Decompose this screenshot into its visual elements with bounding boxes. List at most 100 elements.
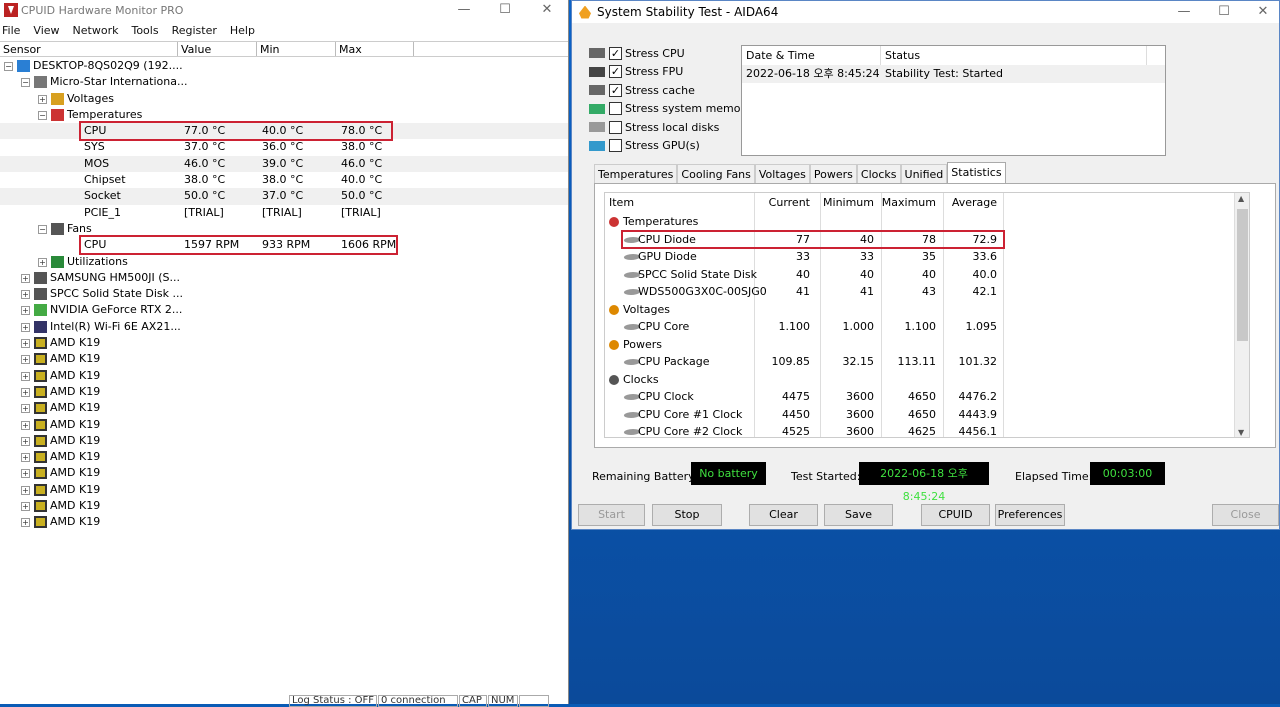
tree-node[interactable]: + AMD K19 bbox=[0, 351, 568, 367]
tab-statistics[interactable]: Statistics bbox=[947, 162, 1006, 183]
expand-icon[interactable]: + bbox=[38, 257, 47, 267]
aida-maximize-button[interactable]: ☐ bbox=[1204, 2, 1244, 22]
expand-icon[interactable]: + bbox=[21, 273, 30, 283]
expand-icon[interactable]: + bbox=[38, 94, 47, 104]
stop-button[interactable]: Stop bbox=[652, 504, 722, 526]
expand-icon[interactable]: + bbox=[21, 502, 30, 512]
expand-icon[interactable]: + bbox=[21, 355, 30, 365]
menu-register[interactable]: Register bbox=[172, 24, 217, 37]
stat-row[interactable]: CPU Core 1.100 1.000 1.100 1.095 bbox=[605, 318, 1249, 336]
sensor-row[interactable]: MOS 46.0 °C 39.0 °C 46.0 °C bbox=[0, 155, 568, 173]
aida-titlebar[interactable]: System Stability Test - AIDA64 — ☐ ✕ bbox=[572, 1, 1279, 23]
tree-node[interactable]: + AMD K19 bbox=[0, 465, 568, 481]
aida-close-button[interactable]: ✕ bbox=[1243, 2, 1280, 22]
close-button[interactable]: ✕ bbox=[527, 0, 567, 20]
stat-row[interactable]: CPU Diode 77 40 78 72.9 bbox=[605, 229, 1249, 249]
scroll-up-icon[interactable]: ▲ bbox=[1238, 194, 1244, 203]
tree-node[interactable]: + Voltages bbox=[0, 91, 568, 107]
sensor-row[interactable]: Socket 50.0 °C 37.0 °C 50.0 °C bbox=[0, 188, 568, 205]
expand-icon[interactable]: + bbox=[21, 453, 30, 463]
tree-node[interactable]: + AMD K19 bbox=[0, 482, 568, 498]
close-aida-button[interactable]: Close bbox=[1212, 504, 1279, 526]
stress-option[interactable]: Stress local disks bbox=[589, 118, 719, 136]
expand-icon[interactable]: + bbox=[21, 306, 30, 316]
tree-node[interactable]: + AMD K19 bbox=[0, 433, 568, 449]
tree-node[interactable]: + AMD K19 bbox=[0, 514, 568, 530]
stress-option[interactable]: ✓ Stress FPU bbox=[589, 63, 683, 81]
stat-row[interactable]: CPU Package 109.85 32.15 113.11 101.32 bbox=[605, 353, 1249, 371]
tab-cooling-fans[interactable]: Cooling Fans bbox=[677, 164, 755, 183]
col-max[interactable]: Max bbox=[336, 42, 414, 56]
aida-minimize-button[interactable]: — bbox=[1164, 2, 1204, 22]
collapse-icon[interactable]: − bbox=[38, 224, 47, 234]
menu-view[interactable]: View bbox=[33, 24, 59, 37]
stats-scrollbar[interactable]: ▲ ▼ bbox=[1234, 193, 1249, 437]
sensor-tree[interactable]: − DESKTOP-8QS02Q9 (192.... − Micro-Star Int… bbox=[0, 58, 568, 531]
stat-row[interactable]: CPU Core #2 Clock 4525 3600 4625 4456.1 bbox=[605, 423, 1249, 437]
sensor-row[interactable]: CPU 77.0 °C 40.0 °C 78.0 °C bbox=[0, 121, 568, 142]
tree-node[interactable]: + Utilizations bbox=[0, 254, 568, 270]
expand-icon[interactable]: + bbox=[21, 469, 30, 479]
tab-temperatures[interactable]: Temperatures bbox=[594, 164, 678, 183]
menu-network[interactable]: Network bbox=[73, 24, 119, 37]
tab-powers[interactable]: Powers bbox=[809, 164, 857, 183]
tree-node[interactable]: + SAMSUNG HM500JI (S... bbox=[0, 270, 568, 286]
statistics-table[interactable]: Item Current Minimum Maximum Average Tem… bbox=[604, 192, 1250, 438]
stat-group-row[interactable]: Clocks bbox=[605, 371, 1249, 389]
col-sensor[interactable]: Sensor bbox=[0, 42, 178, 56]
col-min[interactable]: Min bbox=[257, 42, 336, 56]
collapse-icon[interactable]: − bbox=[38, 110, 47, 120]
stress-checkbox[interactable] bbox=[609, 102, 622, 115]
stress-option[interactable]: ✓ Stress CPU bbox=[589, 44, 685, 62]
tree-node[interactable]: + AMD K19 bbox=[0, 417, 568, 433]
tree-node[interactable]: + AMD K19 bbox=[0, 400, 568, 416]
stat-row[interactable]: CPU Core #1 Clock 4450 3600 4650 4443.9 bbox=[605, 406, 1249, 424]
tree-node[interactable]: + AMD K19 bbox=[0, 449, 568, 465]
tree-node[interactable]: − DESKTOP-8QS02Q9 (192.... bbox=[0, 58, 568, 74]
tree-node[interactable]: − Micro-Star Internationa... bbox=[0, 74, 568, 90]
expand-icon[interactable]: + bbox=[21, 436, 30, 446]
collapse-icon[interactable]: − bbox=[4, 62, 13, 71]
scroll-down-icon[interactable]: ▼ bbox=[1238, 428, 1244, 437]
maximize-button[interactable]: ☐ bbox=[485, 0, 525, 20]
stat-row[interactable]: CPU Clock 4475 3600 4650 4476.2 bbox=[605, 388, 1249, 406]
tree-node[interactable]: + NVIDIA GeForce RTX 2... bbox=[0, 302, 568, 318]
menu-file[interactable]: File bbox=[2, 24, 20, 37]
minimize-button[interactable]: — bbox=[444, 0, 484, 20]
sensor-row[interactable]: PCIE_1 [TRIAL] [TRIAL] [TRIAL] bbox=[0, 205, 568, 221]
stat-row[interactable]: SPCC Solid State Disk 40 40 40 40.0 bbox=[605, 266, 1249, 284]
sensor-row[interactable]: CPU 1597 RPM 933 RPM 1606 RPM bbox=[0, 235, 568, 256]
stat-row[interactable]: GPU Diode 33 33 35 33.6 bbox=[605, 248, 1249, 266]
stress-checkbox[interactable] bbox=[609, 120, 622, 134]
tree-node[interactable]: + AMD K19 bbox=[0, 384, 568, 400]
expand-icon[interactable]: + bbox=[21, 322, 30, 332]
expand-icon[interactable]: + bbox=[21, 420, 30, 430]
collapse-icon[interactable]: − bbox=[21, 78, 30, 88]
stat-group-row[interactable]: Powers bbox=[605, 336, 1249, 354]
tree-node[interactable]: + AMD K19 bbox=[0, 335, 568, 351]
stress-option[interactable]: Stress GPU(s) bbox=[589, 137, 700, 155]
save-button[interactable]: Save bbox=[824, 504, 893, 526]
tree-node[interactable]: + SPCC Solid State Disk ... bbox=[0, 286, 568, 302]
stress-option[interactable]: ✓ Stress cache bbox=[589, 81, 695, 99]
col-value[interactable]: Value bbox=[178, 42, 257, 56]
expand-icon[interactable]: + bbox=[21, 290, 30, 300]
clear-button[interactable]: Clear bbox=[749, 504, 818, 526]
hwmonitor-titlebar[interactable]: CPUID Hardware Monitor PRO — ☐ ✕ bbox=[0, 0, 568, 20]
stat-group-row[interactable]: Temperatures bbox=[605, 213, 1249, 231]
tree-node[interactable]: + Intel(R) Wi-Fi 6E AX21... bbox=[0, 319, 568, 335]
expand-icon[interactable]: + bbox=[21, 371, 30, 381]
tab-unified[interactable]: Unified bbox=[900, 164, 948, 183]
tree-node[interactable]: + AMD K19 bbox=[0, 368, 568, 384]
stress-checkbox[interactable]: ✓ bbox=[609, 65, 622, 78]
stat-row[interactable]: WDS500G3X0C-00SJG0 41 41 43 42.1 bbox=[605, 283, 1249, 301]
stress-checkbox[interactable] bbox=[609, 139, 622, 152]
tree-node[interactable]: + AMD K19 bbox=[0, 498, 568, 514]
stress-checkbox[interactable]: ✓ bbox=[609, 46, 622, 60]
sensor-row[interactable]: SYS 37.0 °C 36.0 °C 38.0 °C bbox=[0, 139, 568, 155]
expand-icon[interactable]: + bbox=[21, 485, 30, 495]
stress-checkbox[interactable]: ✓ bbox=[609, 83, 622, 97]
tab-voltages[interactable]: Voltages bbox=[754, 164, 810, 183]
sensor-row[interactable]: Chipset 38.0 °C 38.0 °C 40.0 °C bbox=[0, 172, 568, 188]
stress-option[interactable]: Stress system memory bbox=[589, 100, 752, 118]
